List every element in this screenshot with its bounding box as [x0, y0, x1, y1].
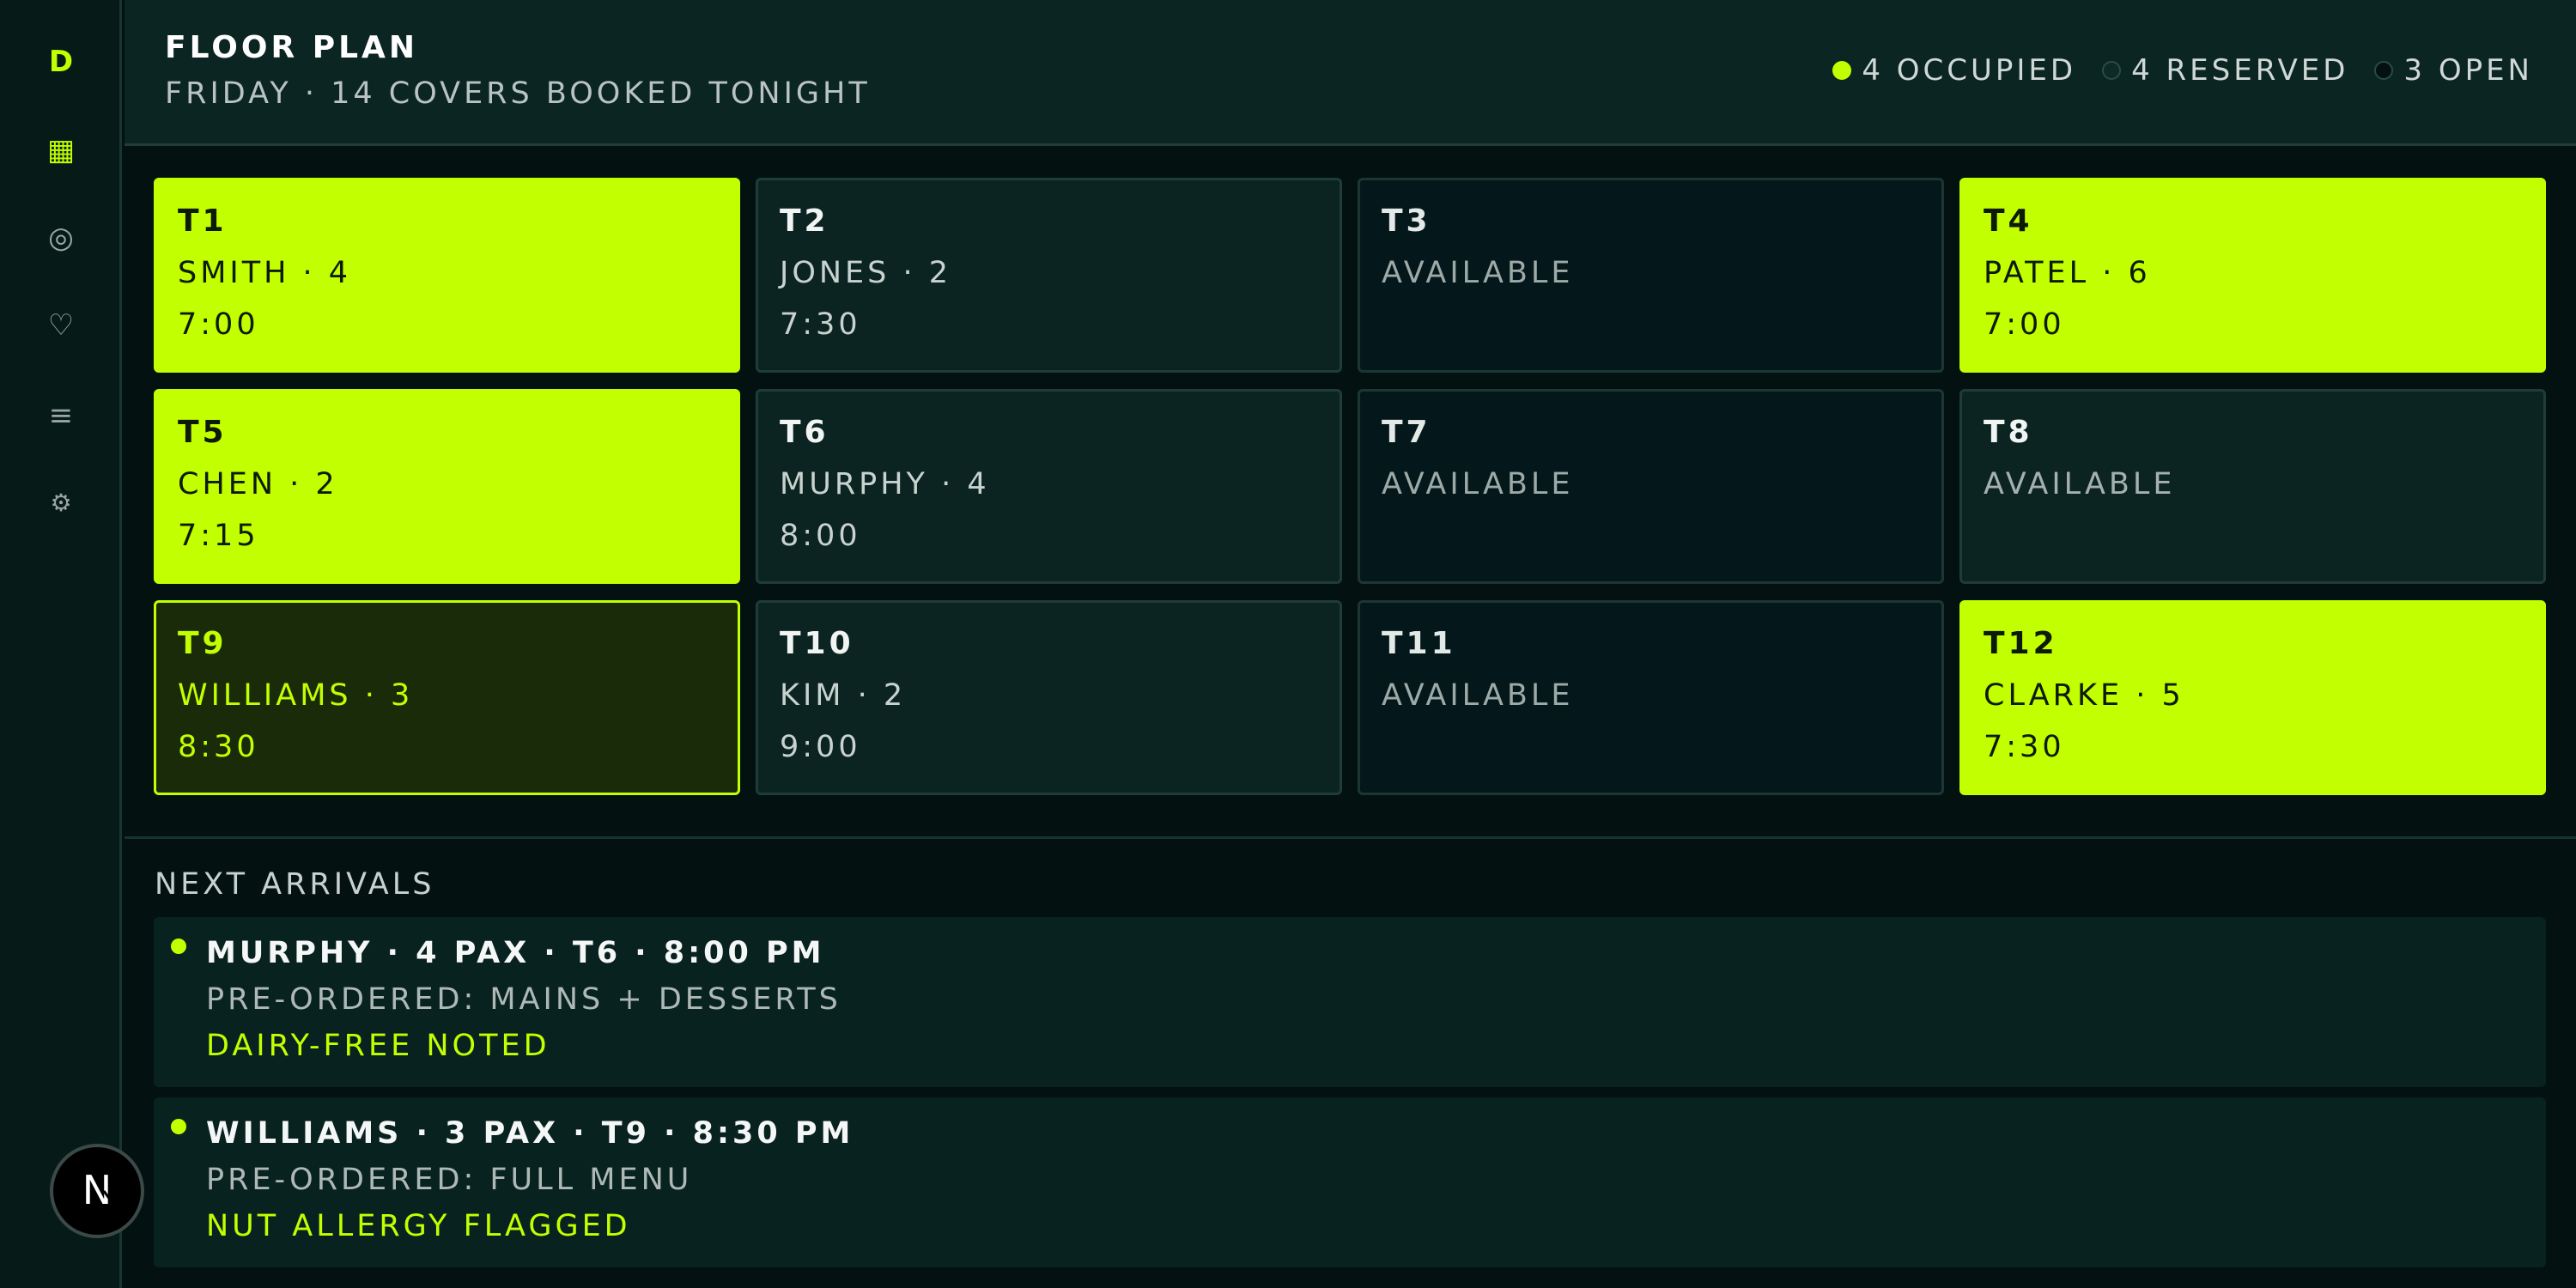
table-card-t9[interactable]: T9 WILLIAMS · 3 8:30 [154, 600, 740, 795]
gear-icon[interactable]: ⚙ [0, 486, 122, 520]
sidebar: D ▦ ◎ ♡ ≡ ⚙ [0, 0, 122, 1288]
table-id: T2 [780, 204, 829, 239]
legend-reserved: 4 RESERVED [2102, 53, 2348, 88]
avatar[interactable]: N [50, 1144, 144, 1238]
table-id: T10 [780, 626, 854, 661]
table-party: SMITH · 4 [178, 256, 352, 290]
table-card-t10[interactable]: T10 KIM · 2 9:00 [756, 600, 1342, 795]
arrival-note: DAIRY-FREE NOTED [206, 1029, 550, 1063]
table-id: T6 [780, 415, 829, 450]
arrival-preorder: PRE-ORDERED: FULL MENU [206, 1163, 693, 1197]
table-time: 8:30 [178, 730, 259, 764]
table-party: CLARKE · 5 [1984, 678, 2184, 713]
menu-icon[interactable]: ≡ [0, 398, 122, 433]
legend-open-label: 3 OPEN [2403, 53, 2533, 88]
legend-occupied: 4 OCCUPIED [1832, 53, 2076, 88]
table-party: AVAILABLE [1382, 256, 1574, 290]
table-party: AVAILABLE [1382, 678, 1574, 713]
table-time: 7:00 [178, 307, 259, 342]
table-id: T3 [1382, 204, 1431, 239]
floor-plan-grid: T1 SMITH · 4 7:00 T2 JONES · 2 7:30 T3 A… [154, 178, 2546, 795]
table-card-t11[interactable]: T11 AVAILABLE [1358, 600, 1944, 795]
table-party: KIM · 2 [780, 678, 907, 713]
table-party: WILLIAMS · 3 [178, 678, 414, 713]
table-card-t3[interactable]: T3 AVAILABLE [1358, 178, 1944, 373]
legend-occupied-label: 4 OCCUPIED [1862, 53, 2077, 88]
legend-reserved-label: 4 RESERVED [2131, 53, 2349, 88]
page-subtitle: FRIDAY · 14 COVERS BOOKED TONIGHT [165, 76, 871, 111]
arrivals-title: NEXT ARRIVALS [155, 867, 435, 902]
table-id: T7 [1382, 415, 1431, 450]
table-card-t4[interactable]: T4 PATEL · 6 7:00 [1959, 178, 2546, 373]
status-legend: 4 OCCUPIED 4 RESERVED 3 OPEN [1832, 53, 2533, 88]
arrival-item-williams[interactable]: WILLIAMS · 3 PAX · T9 · 8:30 PM PRE-ORDE… [154, 1097, 2546, 1267]
heart-icon[interactable]: ♡ [0, 308, 122, 343]
table-time: 7:30 [1984, 730, 2065, 764]
arrival-dot-icon [171, 1119, 186, 1134]
arrival-preorder: PRE-ORDERED: MAINS + DESSERTS [206, 982, 841, 1017]
legend-open: 3 OPEN [2374, 53, 2533, 88]
table-party: AVAILABLE [1984, 467, 2176, 501]
table-card-t2[interactable]: T2 JONES · 2 7:30 [756, 178, 1342, 373]
table-party: AVAILABLE [1382, 467, 1574, 501]
table-card-t8[interactable]: T8 AVAILABLE [1959, 389, 2546, 584]
table-party: CHEN · 2 [178, 467, 338, 501]
table-id: T9 [178, 626, 228, 661]
arrival-summary: WILLIAMS · 3 PAX · T9 · 8:30 PM [206, 1116, 854, 1151]
table-id: T12 [1984, 626, 2058, 661]
table-time: 8:00 [780, 519, 861, 553]
arrival-summary: MURPHY · 4 PAX · T6 · 8:00 PM [206, 936, 825, 970]
table-id: T1 [178, 204, 228, 239]
table-time: 9:00 [780, 730, 861, 764]
svg-text:N: N [82, 1167, 112, 1213]
arrival-item-murphy[interactable]: MURPHY · 4 PAX · T6 · 8:00 PM PRE-ORDERE… [154, 917, 2546, 1087]
arrival-dot-icon [171, 939, 186, 954]
reserved-dot-icon [2102, 61, 2122, 80]
table-id: T8 [1984, 415, 2033, 450]
table-party: PATEL · 6 [1984, 256, 2151, 290]
grid-icon[interactable]: ▦ [0, 133, 122, 167]
table-party: JONES · 2 [780, 256, 952, 290]
table-id: T5 [178, 415, 228, 450]
arrival-note: NUT ALLERGY FLAGGED [206, 1209, 631, 1243]
table-card-t1[interactable]: T1 SMITH · 4 7:00 [154, 178, 740, 373]
table-card-t7[interactable]: T7 AVAILABLE [1358, 389, 1944, 584]
brand-logo[interactable]: D [0, 45, 122, 79]
table-time: 7:30 [780, 307, 861, 342]
table-card-t5[interactable]: T5 CHEN · 2 7:15 [154, 389, 740, 584]
table-card-t12[interactable]: T12 CLARKE · 5 7:30 [1959, 600, 2546, 795]
table-id: T11 [1382, 626, 1456, 661]
section-divider [125, 836, 2576, 839]
table-time: 7:00 [1984, 307, 2065, 342]
table-time: 7:15 [178, 519, 259, 553]
page-title: FLOOR PLAN [165, 30, 419, 65]
occupied-dot-icon [1832, 61, 1852, 80]
open-dot-icon [2374, 61, 2394, 80]
target-icon[interactable]: ◎ [0, 221, 122, 255]
n-logo-icon: N [82, 1167, 118, 1213]
table-party: MURPHY · 4 [780, 467, 990, 501]
header: FLOOR PLAN FRIDAY · 14 COVERS BOOKED TON… [125, 0, 2576, 146]
table-id: T4 [1984, 204, 2033, 239]
table-card-t6[interactable]: T6 MURPHY · 4 8:00 [756, 389, 1342, 584]
